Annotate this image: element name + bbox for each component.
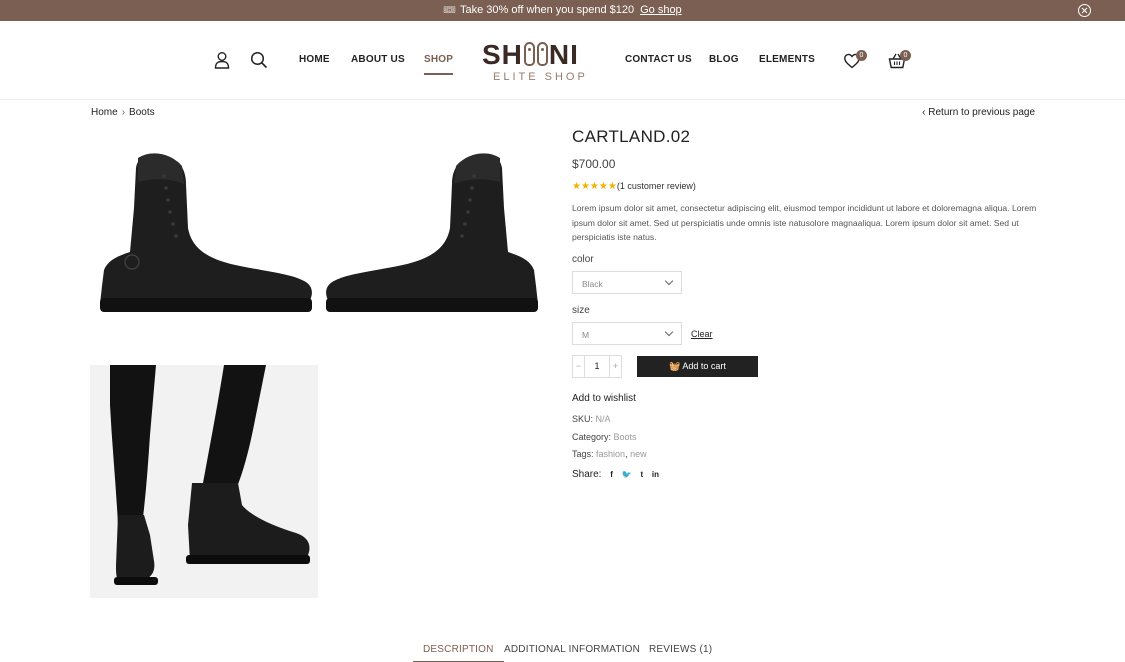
tag-link-new[interactable]: new (630, 449, 647, 459)
nav-home[interactable]: HOME (299, 54, 330, 65)
ticket-icon: 🎟 (443, 5, 456, 16)
chevron-down-icon (664, 327, 674, 337)
breadcrumb: Home › Boots (91, 107, 155, 118)
review-count-link[interactable]: (1 customer review) (617, 181, 696, 191)
size-label: size (572, 305, 590, 316)
chevron-right-icon: › (121, 107, 126, 118)
product-tags: Tags: fashion, new (572, 449, 647, 459)
user-icon[interactable] (213, 51, 231, 69)
announcement-bar: 🎟 Take 30% off when you spend $120 Go shop (0, 0, 1125, 21)
product-price: $700.00 (572, 157, 616, 171)
tab-description[interactable]: DESCRIPTION (413, 644, 504, 662)
add-to-wishlist-link[interactable]: Add to wishlist (572, 393, 636, 404)
nav-shop[interactable]: SHOP (424, 54, 454, 75)
size-select[interactable]: M (572, 322, 682, 345)
nav-about-us[interactable]: ABOUT US (351, 54, 405, 65)
breadcrumb-home[interactable]: Home (91, 107, 118, 118)
product-sku: SKU: N/A (572, 414, 611, 424)
close-icon[interactable] (1078, 4, 1091, 17)
product-rating: ★★★★★(1 customer review) (572, 181, 696, 192)
site-header: HOME ABOUT US SHOP SH NI ELITE SHOP CONTA… (0, 21, 1125, 100)
product-short-description: Lorem ipsum dolor sit amet, consectetur … (572, 203, 1037, 242)
linkedin-icon[interactable]: in (652, 470, 659, 479)
color-select[interactable]: Black (572, 271, 682, 294)
quantity-input[interactable]: 1 (585, 356, 609, 377)
cart-count-badge: 0 (900, 50, 911, 61)
shoe-icon (523, 42, 535, 66)
product-title: CARTLAND.02 (572, 127, 691, 146)
twitter-icon[interactable]: 🐦 (622, 470, 632, 479)
facebook-icon[interactable]: f (610, 470, 613, 479)
logo-wordmark: SH NI (482, 39, 579, 70)
wishlist-count-badge: 0 (856, 50, 867, 61)
announcement-text: Take 30% off when you spend $120 (460, 4, 635, 16)
nav-blog[interactable]: BLOG (709, 54, 739, 65)
go-shop-link[interactable]: Go shop (640, 4, 682, 16)
nav-contact-us[interactable]: CONTACT US (625, 54, 692, 65)
basket-icon: 🧺 (669, 361, 683, 371)
tab-additional-information[interactable]: ADDITIONAL INFORMATION (504, 644, 640, 655)
logo-subtitle: ELITE SHOP (493, 71, 588, 83)
quantity-decrease-button[interactable]: − (573, 356, 585, 377)
search-icon[interactable] (250, 51, 268, 69)
sku-value: N/A (595, 414, 611, 424)
chevron-down-icon (664, 276, 674, 286)
tab-reviews[interactable]: REVIEWS (1) (649, 644, 712, 655)
add-to-cart-button[interactable]: 🧺 Add to cart (637, 356, 758, 377)
product-image-on-model[interactable] (90, 365, 318, 598)
clear-selection-link[interactable]: Clear (691, 329, 713, 339)
tumblr-icon[interactable]: t (640, 470, 643, 479)
shoe-icon (536, 42, 548, 66)
product-image-left-boot[interactable] (90, 128, 318, 342)
breadcrumb-current: Boots (129, 107, 155, 118)
tag-link-fashion[interactable]: fashion (596, 449, 625, 459)
nav-elements[interactable]: ELEMENTS (759, 54, 815, 65)
star-rating-icon: ★★★★★ (572, 181, 617, 192)
product-share: Share: f 🐦 t in (572, 469, 660, 480)
quantity-increase-button[interactable]: + (609, 356, 621, 377)
product-image-right-boot[interactable] (320, 128, 548, 342)
announcement-message: 🎟 Take 30% off when you spend $120 Go shop (0, 4, 1125, 16)
logo[interactable]: SH NI ELITE SHOP (482, 39, 596, 85)
category-link[interactable]: Boots (614, 432, 637, 442)
quantity-stepper: − 1 + (572, 355, 622, 378)
color-label: color (572, 254, 594, 265)
return-previous-link[interactable]: ‹ Return to previous page (922, 107, 1035, 118)
product-category: Category: Boots (572, 432, 637, 442)
